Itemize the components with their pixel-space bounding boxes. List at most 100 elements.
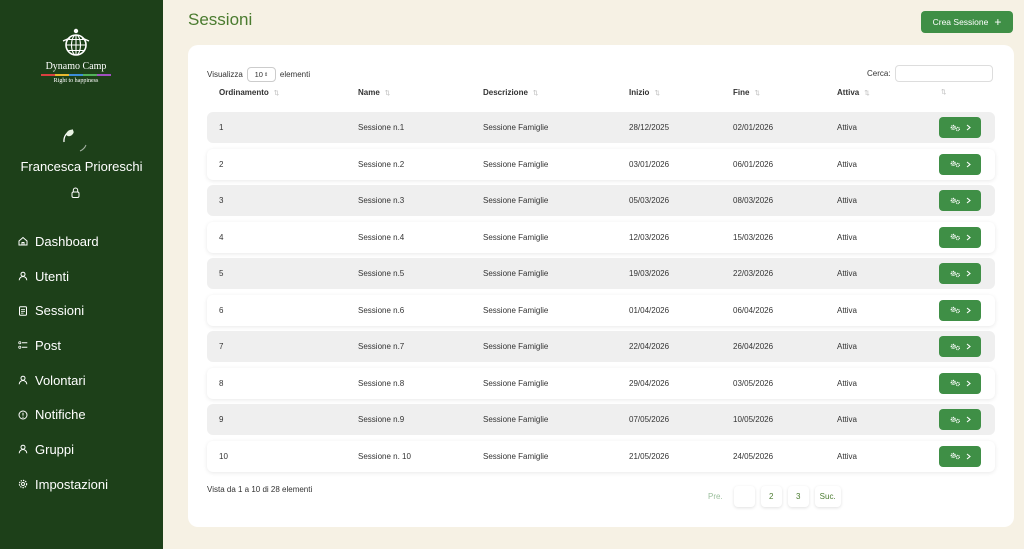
cell-order: 4: [219, 232, 224, 242]
sort-icon: ⇅: [754, 89, 760, 97]
column-header-actions[interactable]: ⇅: [936, 88, 946, 96]
cell-end: 24/05/2026: [733, 451, 774, 461]
create-session-button[interactable]: Crea Sessione +: [921, 11, 1013, 33]
column-header-inizio[interactable]: Inizio ⇅: [629, 88, 660, 97]
cell-start: 12/03/2026: [629, 232, 670, 242]
info-icon: [18, 410, 28, 420]
create-session-label: Crea Sessione: [932, 17, 989, 27]
cell-active: Attiva: [837, 196, 858, 205]
cell-name: Sessione n.1: [358, 123, 405, 132]
cell-start: 05/03/2026: [629, 196, 670, 205]
cell-order: 1: [219, 123, 224, 132]
cell-order: 7: [219, 342, 224, 351]
sidebar-item-gruppi[interactable]: Gruppi: [0, 432, 163, 467]
pagination-page-1[interactable]: 1: [733, 486, 755, 507]
sidebar-item-dashboard[interactable]: Dashboard: [0, 224, 163, 259]
cell-end: 15/03/2026: [733, 232, 774, 242]
logo-color-bar: [41, 74, 111, 76]
cell-active: Attiva: [837, 342, 858, 351]
cell-end: 10/05/2026: [733, 415, 774, 424]
sort-icon: ⇅: [864, 89, 870, 97]
sidebar-item-impostazioni[interactable]: Impostazioni: [0, 467, 163, 502]
logo-name: Dynamo Camp: [45, 61, 107, 72]
column-header-ordinamento[interactable]: Ordinamento ⇅: [219, 88, 279, 97]
table-row: 1 Sessione n.1 Sessione Famiglie 28/12/2025…: [207, 112, 995, 143]
table-row: 4 Sessione n.4 Sessione Famiglie 12/03/2026…: [207, 221, 995, 253]
pagination-page-3[interactable]: 3: [787, 486, 809, 507]
gears-icon: [950, 124, 960, 131]
chevron-right-icon: [966, 124, 971, 131]
cell-desc: Sessione Famiglie: [483, 196, 549, 205]
cell-active: Attiva: [837, 451, 858, 461]
row-actions-button[interactable]: [939, 153, 981, 175]
gear-icon: [18, 479, 28, 489]
cell-order: 8: [219, 378, 224, 388]
column-header-name[interactable]: Name ⇅: [358, 88, 390, 97]
table-row: 8 Sessione n.8 Sessione Famiglie 29/04/2026…: [207, 367, 995, 399]
sidebar-item-notifiche[interactable]: Notifiche: [0, 397, 163, 432]
sidebar-nav: Dashboard Utenti Sessioni Post Volontari: [0, 224, 163, 502]
cell-end: 06/04/2026: [733, 305, 774, 315]
cell-start: 03/01/2026: [629, 159, 670, 169]
sidebar-item-label: Sessioni: [35, 303, 85, 319]
cell-end: 02/01/2026: [733, 123, 774, 132]
table-row: 9 Sessione n.9 Sessione Famiglie 07/05/2026…: [207, 404, 995, 435]
cell-desc: Sessione Famiglie: [483, 305, 549, 315]
table-row: 2 Sessione n.2 Sessione Famiglie 03/01/2026…: [207, 148, 995, 180]
sidebar-item-volontari[interactable]: Volontari: [0, 363, 163, 398]
sidebar-item-utenti[interactable]: Utenti: [0, 259, 163, 294]
cell-name: Sessione n.9: [358, 415, 405, 424]
page-length-select[interactable]: 10 ⇕: [246, 67, 276, 82]
avatar[interactable]: [60, 125, 90, 155]
row-actions-button[interactable]: [939, 190, 981, 211]
sidebar-item-label: Volontari: [35, 372, 86, 388]
chevron-right-icon: [966, 453, 971, 459]
cell-active: Attiva: [837, 305, 858, 315]
gears-icon: [950, 452, 960, 460]
logo-tagline: Right to happiness: [53, 78, 99, 84]
sort-icon: ⇅: [273, 89, 280, 97]
row-actions-button[interactable]: [939, 263, 981, 284]
sort-icon: ⇅: [941, 89, 947, 96]
row-actions-button[interactable]: [939, 409, 981, 430]
pagination-next[interactable]: Suc.: [814, 486, 841, 507]
row-actions-button[interactable]: [939, 445, 981, 467]
gears-icon: [950, 379, 960, 387]
cell-desc: Sessione Famiglie: [483, 378, 549, 388]
cell-desc: Sessione Famiglie: [483, 342, 549, 351]
cell-order: 3: [219, 196, 224, 205]
sort-icon: ⇅: [532, 89, 539, 97]
cell-end: 22/03/2026: [733, 269, 774, 278]
chevron-right-icon: [966, 270, 971, 277]
lock-icon[interactable]: [71, 187, 80, 198]
page-length-control: Visualizza 10 ⇕ elementi: [207, 67, 310, 82]
cell-name: Sessione n. 10: [358, 451, 411, 461]
cell-name: Sessione n.6: [358, 305, 405, 315]
sidebar-item-sessioni[interactable]: Sessioni: [0, 293, 163, 328]
row-actions-button[interactable]: [939, 336, 981, 357]
list-icon: [18, 340, 28, 350]
cell-order: 6: [219, 305, 224, 315]
cell-order: 10: [219, 451, 228, 461]
column-header-fine[interactable]: Fine ⇅: [733, 88, 760, 97]
cell-desc: Sessione Famiglie: [483, 451, 549, 461]
column-header-descrizione[interactable]: Descrizione ⇅: [483, 88, 538, 97]
column-header-attiva[interactable]: Attiva ⇅: [837, 88, 870, 97]
search-input[interactable]: [894, 65, 993, 82]
table-info: Vista da 1 a 10 di 28 elementi: [207, 485, 313, 494]
pagination-previous[interactable]: Pre.: [703, 486, 728, 507]
cell-start: 22/04/2026: [629, 342, 670, 351]
chevron-right-icon: [966, 161, 971, 167]
search-control: Cerca:: [867, 65, 993, 82]
page-title: Sessioni: [188, 10, 253, 29]
pagination-page-2[interactable]: 2: [760, 486, 782, 507]
row-actions-button[interactable]: [939, 299, 981, 321]
cell-name: Sessione n.2: [358, 159, 405, 169]
sidebar-item-post[interactable]: Post: [0, 328, 163, 363]
row-actions-button[interactable]: [939, 117, 981, 138]
chevron-right-icon: [966, 197, 971, 204]
cell-name: Sessione n.4: [358, 232, 405, 242]
row-actions-button[interactable]: [939, 226, 981, 248]
row-actions-button[interactable]: [939, 372, 981, 394]
user-icon: [18, 444, 28, 454]
